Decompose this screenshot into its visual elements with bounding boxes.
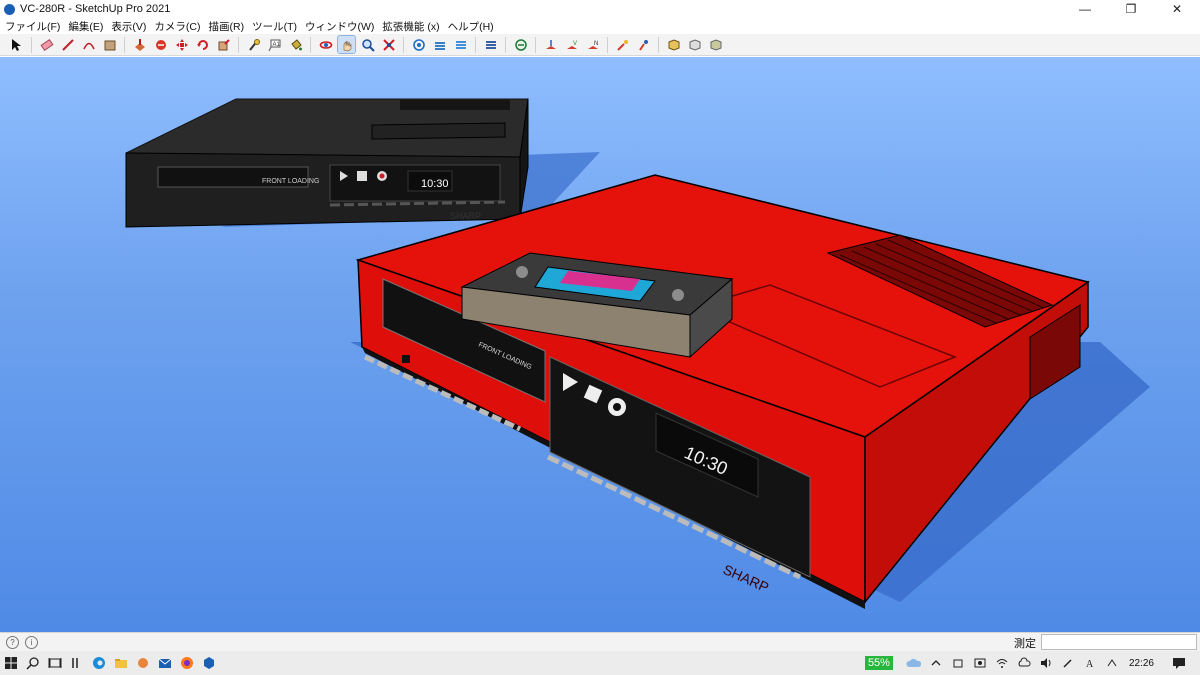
layout-icon[interactable] (452, 36, 469, 53)
menu-tools[interactable]: ツール(T) (252, 19, 297, 34)
restore-button[interactable]: ❐ (1108, 0, 1154, 18)
toolbar-separator (607, 36, 608, 53)
firefox-icon[interactable] (176, 652, 198, 674)
dynamic-components-icon[interactable] (614, 36, 631, 53)
eraser-icon[interactable] (38, 36, 55, 53)
toolbar-separator (403, 36, 404, 53)
screen-capture-icon[interactable] (969, 652, 991, 674)
styles-icon[interactable] (482, 36, 499, 53)
svg-text:N: N (594, 41, 598, 47)
red-vcr-model: FRONT LOADING 10:30 SHARP (355, 174, 1090, 609)
app-icon-orange[interactable] (132, 652, 154, 674)
wifi-icon[interactable] (991, 652, 1013, 674)
network-cloud-icon[interactable] (1013, 652, 1035, 674)
scene-render: FRONT LOADING 10:30 SHARP FRONT LOADING … (125, 98, 1150, 609)
line-icon[interactable] (59, 36, 76, 53)
zoom-icon[interactable] (359, 36, 376, 53)
sandbox-icon[interactable] (542, 36, 559, 53)
orbit-icon[interactable] (317, 36, 334, 53)
toolbar-separator (535, 36, 536, 53)
taskbar-clock[interactable]: 22:26 (1129, 658, 1154, 669)
toolbar-separator (124, 36, 125, 53)
zoom-extents-icon[interactable] (380, 36, 397, 53)
solid-tools-icon[interactable]: V (563, 36, 580, 53)
text-icon[interactable]: A1 (266, 36, 283, 53)
ime-icon[interactable]: A (1079, 652, 1101, 674)
file-explorer-icon[interactable] (110, 652, 132, 674)
battery-indicator[interactable]: 55% (864, 656, 893, 670)
onedrive-icon[interactable] (903, 652, 925, 674)
push-pull-icon[interactable] (131, 36, 148, 53)
pan-icon[interactable] (337, 35, 356, 54)
menu-edit[interactable]: 編集(E) (68, 19, 103, 34)
move-icon[interactable] (173, 36, 190, 53)
title-bar: VC-280R - SketchUp Pro 2021 — ❐ ✕ (0, 0, 1200, 18)
menu-extensions[interactable]: 拡張機能 (x) (382, 19, 439, 34)
main-toolbar: A1 V N (0, 34, 1200, 56)
edge-browser-icon[interactable] (88, 652, 110, 674)
menu-camera[interactable]: カメラ(C) (154, 19, 200, 34)
select-icon[interactable] (8, 36, 25, 53)
windows-start-icon[interactable] (0, 652, 22, 674)
box-icon[interactable] (665, 36, 682, 53)
box-2-icon[interactable] (686, 36, 703, 53)
credits-icon[interactable]: i (25, 635, 38, 649)
system-tray: 55% A 22:26 (864, 651, 1200, 675)
menu-view[interactable]: 表示(V) (111, 19, 146, 34)
rotate-icon[interactable] (194, 36, 211, 53)
menu-file[interactable]: ファイル(F) (5, 19, 60, 34)
measurements-input[interactable] (1041, 634, 1197, 650)
chevron-up-icon[interactable] (925, 652, 947, 674)
interact-icon[interactable] (635, 36, 652, 53)
svg-text:A1: A1 (272, 42, 280, 48)
minimize-button[interactable]: — (1062, 0, 1108, 18)
svg-text:V: V (573, 41, 577, 47)
notification-icon[interactable] (1168, 652, 1190, 674)
camera-icon[interactable] (947, 652, 969, 674)
black-display-time: 10:30 (421, 178, 449, 190)
menu-window[interactable]: ウィンドウ(W) (305, 19, 374, 34)
geo-location-icon[interactable]: ? (6, 635, 19, 649)
toolbar-separator (310, 36, 311, 53)
toolbar-separator (31, 36, 32, 53)
sandbox-2-icon[interactable]: N (584, 36, 601, 53)
arc-icon[interactable] (80, 36, 97, 53)
windows-taskbar: 55% A 22:26 (0, 651, 1200, 675)
tape-measure-icon[interactable] (245, 36, 262, 53)
mail-icon[interactable] (154, 652, 176, 674)
widgets-icon[interactable] (66, 652, 88, 674)
scale-icon[interactable] (215, 36, 232, 53)
toolbar-separator (475, 36, 476, 53)
red-brand-label: SHARP (721, 561, 772, 595)
paint-bucket-icon[interactable] (287, 36, 304, 53)
rectangle-icon[interactable] (101, 36, 118, 53)
task-view-icon[interactable] (44, 652, 66, 674)
section-plane-icon[interactable] (512, 36, 529, 53)
black-vcr-model: FRONT LOADING 10:30 SHARP (125, 98, 529, 228)
status-bar: ? i 測定 (0, 632, 1200, 651)
close-button[interactable]: ✕ (1154, 0, 1200, 18)
menu-help[interactable]: ヘルプ(H) (448, 19, 494, 34)
pen-icon[interactable] (1057, 652, 1079, 674)
toolbar-separator (505, 36, 506, 53)
black-brand-label: SHARP (450, 211, 481, 221)
sketchup-taskbar-icon[interactable] (198, 652, 220, 674)
measurements-label: 測定 (1014, 638, 1036, 650)
toolbar-separator (238, 36, 239, 53)
volume-icon[interactable] (1035, 652, 1057, 674)
menu-bar: ファイル(F) 編集(E) 表示(V) カメラ(C) 描画(R) ツール(T) … (0, 18, 1200, 34)
black-loading-label: FRONT LOADING (262, 178, 319, 185)
model-viewport[interactable]: FRONT LOADING 10:30 SHARP FRONT LOADING … (0, 57, 1200, 632)
window-title: VC-280R - SketchUp Pro 2021 (20, 3, 171, 15)
menu-draw[interactable]: 描画(R) (209, 19, 245, 34)
toolbar-separator (658, 36, 659, 53)
box-3-icon[interactable] (707, 36, 724, 53)
ime-mode-icon[interactable] (1101, 652, 1123, 674)
extension-warehouse-icon[interactable] (431, 36, 448, 53)
follow-me-icon[interactable] (152, 36, 169, 53)
search-icon[interactable] (22, 652, 44, 674)
sketchup-app-icon (4, 3, 15, 15)
warehouse-icon[interactable] (410, 36, 427, 53)
svg-text:A: A (1086, 659, 1094, 669)
